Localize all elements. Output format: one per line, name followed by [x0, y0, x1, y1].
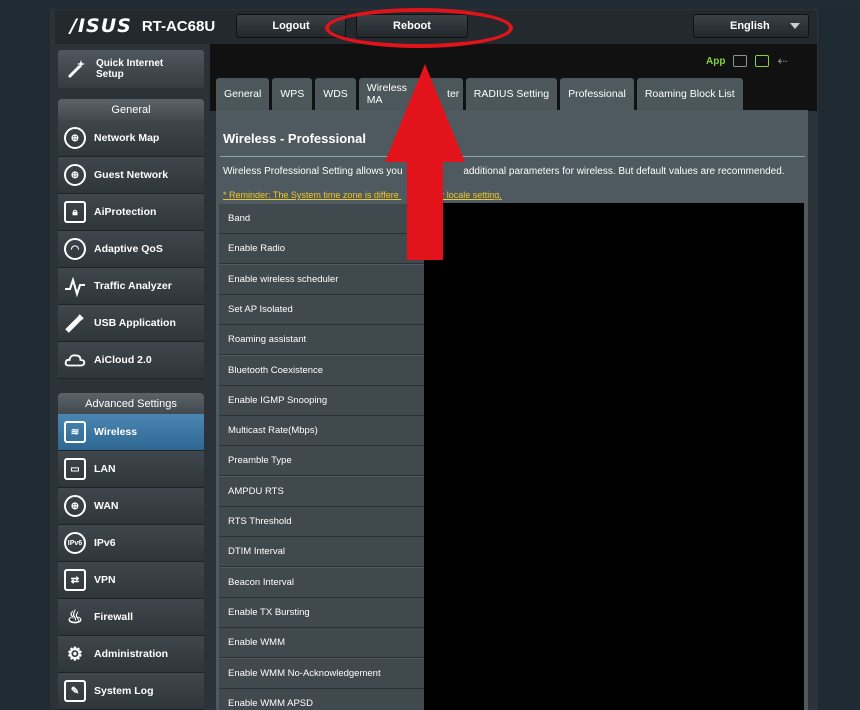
- table-row: Preamble Type: [219, 446, 424, 477]
- table-row: Enable WMM: [219, 628, 424, 659]
- title-divider: [220, 156, 805, 157]
- advanced-settings-heading: Advanced Settings: [58, 393, 204, 415]
- sidebar-item-wireless[interactable]: ≋ Wireless: [58, 414, 204, 451]
- sidebar-item-firewall[interactable]: ♨ Firewall: [58, 599, 204, 636]
- sidebar-item-adaptive-qos[interactable]: ◠ Adaptive QoS: [58, 231, 204, 268]
- sidebar-item-label: Guest Network: [94, 169, 169, 181]
- log-icon: ✎: [64, 680, 86, 702]
- description-text-tail: additional parameters for wireless. But …: [463, 166, 785, 177]
- sidebar-item-label: Network Map: [94, 132, 160, 144]
- highlight-ellipse: [325, 8, 513, 48]
- sidebar-item-label: AiProtection: [94, 206, 157, 218]
- usb-status-icon[interactable]: ⇠: [777, 54, 787, 68]
- quick-internet-setup-button[interactable]: Quick Internet Setup: [58, 50, 204, 88]
- model-name: RT-AC68U: [141, 17, 216, 35]
- fire-icon: ♨: [66, 606, 84, 627]
- sidebar-item-vpn[interactable]: ⇄ VPN: [58, 562, 204, 599]
- sidebar-item-label: AiCloud 2.0: [94, 354, 152, 366]
- sidebar-item-label: LAN: [94, 463, 116, 475]
- general-heading: General: [58, 99, 204, 121]
- table-row: Enable WMM No-Acknowledgement: [219, 658, 424, 689]
- gear-icon: ⚙: [66, 643, 84, 664]
- reminder-text: * Reminder: The System time zone is diff…: [223, 190, 399, 200]
- lan-icon: ▭: [64, 458, 86, 480]
- table-row: Bluetooth Coexistence: [219, 355, 424, 386]
- sidebar-item-label: Administration: [94, 648, 169, 660]
- sidebar-item-traffic-analyzer[interactable]: Traffic Analyzer: [58, 268, 204, 305]
- chevron-down-icon: [790, 23, 800, 29]
- users-icon[interactable]: [733, 55, 748, 67]
- tab-roaming-block-list[interactable]: Roaming Block List: [636, 78, 743, 110]
- sidebar-item-administration[interactable]: ⚙ Administration: [58, 636, 204, 673]
- wand-icon: [67, 60, 85, 79]
- sidebar-item-guest-network[interactable]: ⊕ Guest Network: [58, 157, 204, 194]
- tab-professional[interactable]: Professional: [560, 78, 634, 110]
- status-icons: App ⇠: [706, 54, 788, 68]
- sidebar-item-ipv6[interactable]: IPv6 IPv6: [58, 525, 204, 562]
- page-title: Wireless - Professional: [223, 131, 366, 146]
- description-text: Wireless Professional Setting allows you: [223, 166, 403, 177]
- table-row: Enable TX Bursting: [219, 597, 424, 628]
- brand-logo: /ISUS RT-AC68U: [70, 15, 215, 37]
- tab-radius-setting[interactable]: RADIUS Setting: [465, 78, 558, 110]
- tab-wds[interactable]: WDS: [315, 78, 356, 110]
- lock-icon: 🔒︎: [64, 201, 86, 223]
- table-row: RTS Threshold: [219, 507, 424, 537]
- tab-bar: General WPS WDS Wireless MA ter RADIUS S…: [216, 78, 743, 110]
- usb-icon: [64, 312, 86, 334]
- page-description: Wireless Professional Setting allows you…: [223, 166, 785, 177]
- table-row: Enable wireless scheduler: [219, 264, 424, 295]
- globe-icon: ⊕: [64, 164, 86, 186]
- table-row: Roaming assistant: [219, 325, 424, 356]
- ipv6-icon: IPv6: [64, 532, 86, 554]
- sidebar-item-label: WAN: [94, 500, 119, 512]
- sidebar-item-label: USB Application: [94, 317, 176, 329]
- vpn-icon: ⇄: [64, 569, 86, 591]
- sidebar-item-aiprotection[interactable]: 🔒︎ AiProtection: [58, 194, 204, 231]
- wifi-icon: ≋: [64, 421, 86, 443]
- red-arrow-annotation: [385, 64, 465, 260]
- globe-icon: ⊕: [64, 495, 86, 517]
- quick-setup-label: Quick Internet Setup: [96, 58, 164, 80]
- tab-wps[interactable]: WPS: [272, 78, 313, 110]
- tab-general[interactable]: General: [216, 78, 270, 110]
- sidebar-item-network-map[interactable]: ⊕ Network Map: [58, 120, 204, 157]
- sidebar-item-label: IPv6: [94, 537, 116, 549]
- table-row: Beacon Interval: [219, 567, 424, 598]
- sidebar-item-system-log[interactable]: ✎ System Log: [58, 673, 204, 710]
- table-row: Set AP Isolated: [219, 294, 424, 325]
- right-margin: [818, 9, 860, 710]
- gauge-icon: ◠: [64, 238, 86, 260]
- sidebar-item-lan[interactable]: ▭ LAN: [58, 451, 204, 488]
- globe-icon: ⊕: [64, 127, 86, 149]
- language-label: English: [730, 20, 770, 32]
- sidebar-item-label: Wireless: [94, 426, 138, 438]
- sidebar-item-label: Traffic Analyzer: [94, 280, 172, 292]
- table-row: Multicast Rate(Mbps): [219, 416, 424, 447]
- sidebar-item-label: Adaptive QoS: [94, 243, 163, 255]
- table-row: Enable WMM APSD: [219, 688, 424, 710]
- sidebar-item-label: VPN: [94, 574, 116, 586]
- table-row: Enable IGMP Snooping: [219, 385, 424, 416]
- sidebar-item-label: Firewall: [94, 611, 134, 623]
- language-select[interactable]: English: [693, 14, 809, 38]
- table-row: DTIM Interval: [219, 537, 424, 568]
- chart-icon: [64, 275, 86, 297]
- sidebar-item-label: System Log: [94, 685, 154, 697]
- sidebar-item-usb-application[interactable]: USB Application: [58, 305, 204, 342]
- table-row: AMPDU RTS: [219, 476, 424, 507]
- app-link[interactable]: App: [706, 56, 725, 67]
- asus-logo: /ISUS: [70, 15, 132, 37]
- network-status-icon[interactable]: [755, 55, 770, 67]
- cloud-icon: [64, 349, 86, 371]
- sidebar-item-wan[interactable]: ⊕ WAN: [58, 488, 204, 525]
- settings-values-area: [424, 203, 804, 710]
- sidebar-item-aicloud[interactable]: AiCloud 2.0: [58, 342, 204, 379]
